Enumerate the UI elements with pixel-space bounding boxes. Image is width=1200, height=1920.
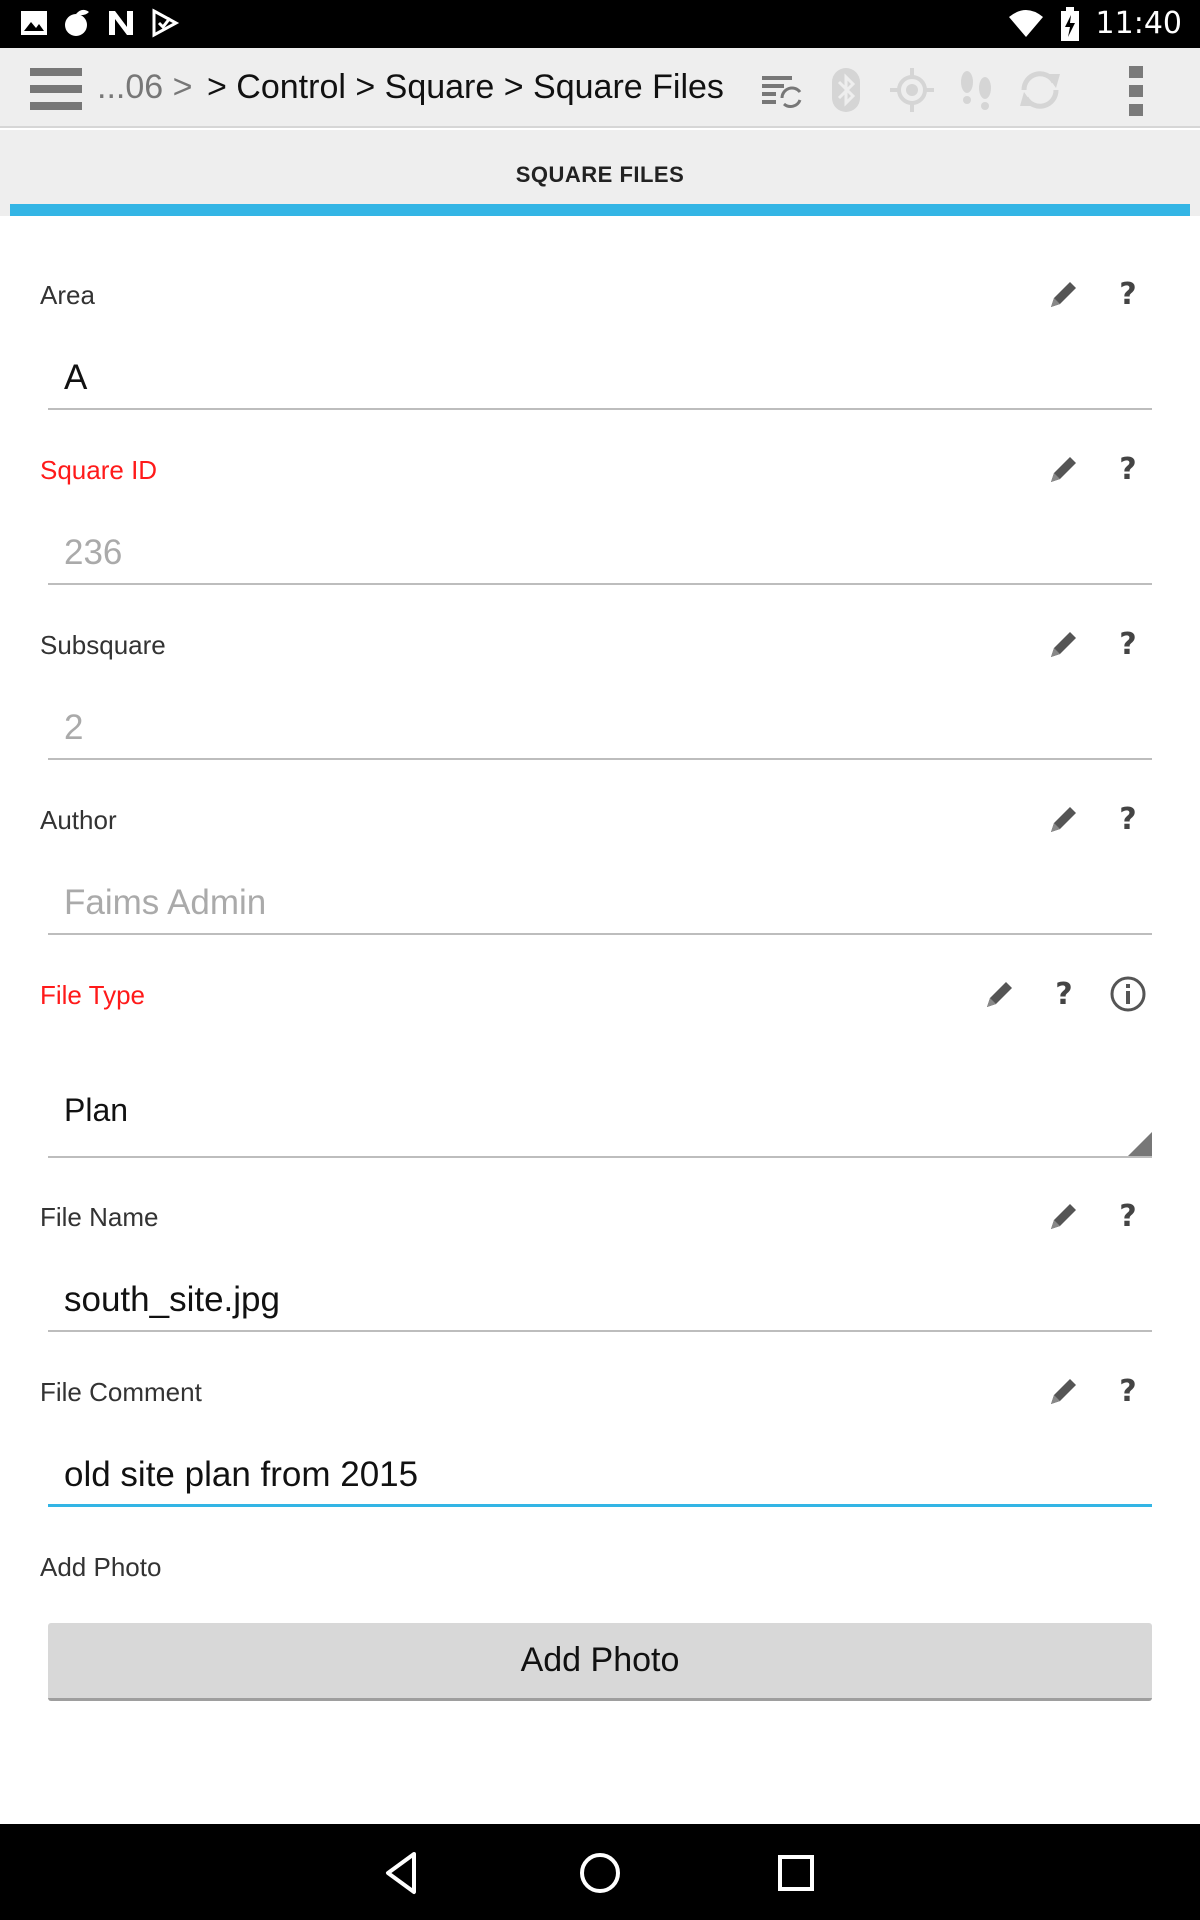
gps-icon[interactable] bbox=[888, 66, 936, 114]
pencil-icon[interactable] bbox=[1042, 622, 1086, 666]
system-icons: 11:40 bbox=[1008, 6, 1182, 41]
pencil-icon[interactable] bbox=[1042, 1369, 1086, 1413]
app-notification-icon bbox=[62, 8, 92, 38]
pencil-icon[interactable] bbox=[1042, 797, 1086, 841]
file-type-label: File Type bbox=[40, 980, 146, 1010]
help-icon[interactable]: ? bbox=[1106, 797, 1150, 841]
navigation-bar bbox=[0, 1824, 1200, 1920]
pencil-icon[interactable] bbox=[978, 972, 1022, 1016]
add-photo-button[interactable]: Add Photo bbox=[48, 1623, 1152, 1701]
status-bar: 11:40 bbox=[0, 0, 1200, 48]
area-value: A bbox=[64, 358, 88, 397]
sync-list-icon[interactable] bbox=[758, 66, 806, 114]
dropdown-arrow-icon bbox=[1128, 1132, 1152, 1156]
action-bar: ...06 > > Control > Square > Square File… bbox=[0, 48, 1200, 128]
subsquare-input: 2 bbox=[48, 700, 1152, 760]
tab-square-files[interactable]: SQUARE FILES bbox=[10, 130, 1190, 216]
status-clock: 11:40 bbox=[1095, 6, 1182, 41]
help-icon[interactable]: ? bbox=[1106, 447, 1150, 491]
back-icon[interactable] bbox=[378, 1848, 428, 1898]
area-input[interactable]: A bbox=[48, 350, 1152, 410]
help-icon[interactable]: ? bbox=[1106, 272, 1150, 316]
file-name-value: south_site.jpg bbox=[64, 1280, 280, 1319]
refresh-icon[interactable] bbox=[1016, 66, 1064, 114]
pencil-icon[interactable] bbox=[1042, 1194, 1086, 1238]
footsteps-icon[interactable] bbox=[952, 66, 1000, 114]
info-icon[interactable] bbox=[1106, 972, 1150, 1016]
tab-label: SQUARE FILES bbox=[515, 162, 685, 187]
menu-icon[interactable] bbox=[30, 68, 82, 110]
recents-icon[interactable] bbox=[771, 1848, 821, 1898]
form-content: Area ? A Square ID ? 236 Subsquare ? 2 A… bbox=[10, 216, 1190, 1824]
square-id-label: Square ID bbox=[40, 455, 158, 485]
subsquare-value: 2 bbox=[64, 708, 84, 747]
file-comment-input[interactable]: old site plan from 2015 bbox=[48, 1447, 1152, 1507]
tab-selected-indicator bbox=[10, 204, 1190, 216]
bluetooth-icon[interactable] bbox=[822, 66, 870, 114]
tab-bar: SQUARE FILES bbox=[0, 130, 1200, 216]
file-comment-value: old site plan from 2015 bbox=[64, 1455, 419, 1494]
n-notification-icon bbox=[106, 8, 136, 38]
help-icon[interactable]: ? bbox=[1106, 622, 1150, 666]
file-type-select[interactable]: Plan bbox=[48, 1064, 1152, 1158]
check-notification-icon bbox=[150, 8, 180, 38]
notification-icons bbox=[20, 8, 180, 38]
wifi-icon bbox=[1008, 9, 1044, 39]
overflow-menu-icon[interactable] bbox=[1126, 66, 1146, 116]
square-id-value: 236 bbox=[64, 533, 123, 572]
square-id-input: 236 bbox=[48, 525, 1152, 585]
help-icon[interactable]: ? bbox=[1042, 972, 1086, 1016]
area-label: Area bbox=[40, 280, 95, 310]
add-photo-label: Add Photo bbox=[40, 1552, 162, 1582]
breadcrumb-truncated[interactable]: ...06 > bbox=[97, 68, 192, 107]
author-value: Faims Admin bbox=[64, 883, 267, 922]
author-label: Author bbox=[40, 805, 117, 835]
image-notification-icon bbox=[20, 9, 48, 37]
help-icon[interactable]: ? bbox=[1106, 1369, 1150, 1413]
subsquare-label: Subsquare bbox=[40, 630, 166, 660]
file-comment-label: File Comment bbox=[40, 1377, 202, 1407]
file-type-value: Plan bbox=[64, 1092, 129, 1128]
breadcrumb[interactable]: > Control > Square > Square Files bbox=[207, 68, 724, 107]
battery-charging-icon bbox=[1060, 6, 1080, 41]
author-input: Faims Admin bbox=[48, 875, 1152, 935]
home-icon[interactable] bbox=[575, 1848, 625, 1898]
help-icon[interactable]: ? bbox=[1106, 1194, 1150, 1238]
pencil-icon[interactable] bbox=[1042, 447, 1086, 491]
pencil-icon[interactable] bbox=[1042, 272, 1086, 316]
file-name-input[interactable]: south_site.jpg bbox=[48, 1272, 1152, 1332]
file-name-label: File Name bbox=[40, 1202, 159, 1232]
